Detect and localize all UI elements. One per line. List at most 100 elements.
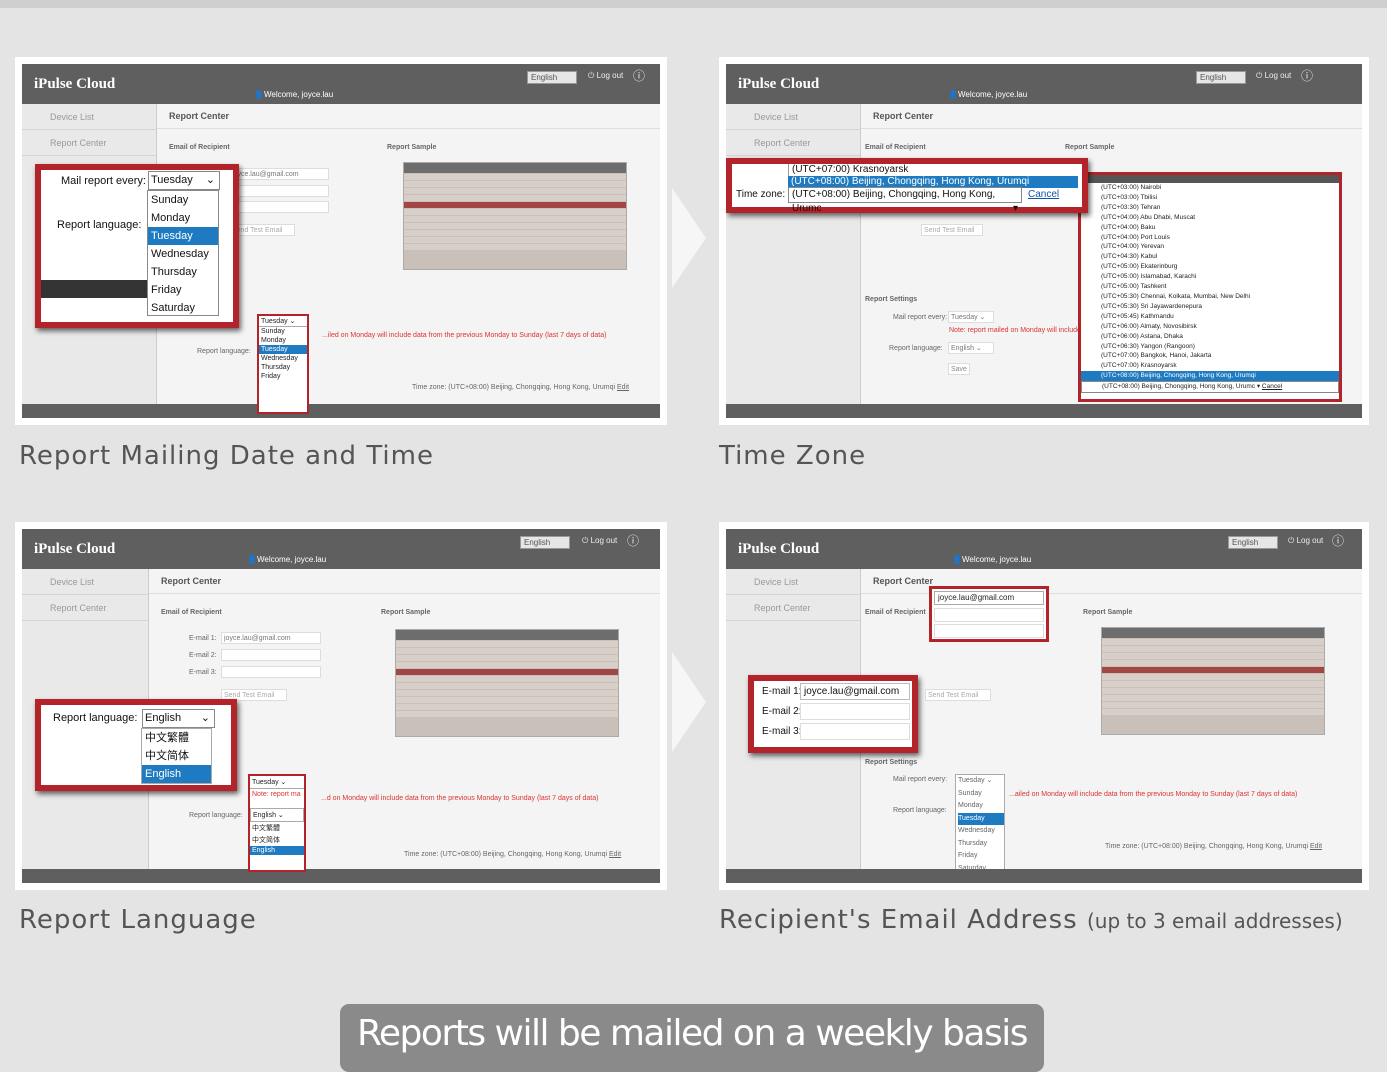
timezone-option[interactable]: (UTC+05:30) Sri Jayawardenepura — [1081, 302, 1339, 312]
language-option[interactable]: 中文简体 — [142, 747, 211, 765]
sidebar-item-device-list[interactable]: Device List — [22, 104, 156, 130]
timezone-option[interactable]: (UTC+03:00) Nairobi — [1081, 183, 1339, 193]
timezone-option[interactable]: (UTC+07:00) Bangkok, Hanoi, Jakarta — [1081, 351, 1339, 361]
logout-link[interactable]: ⏻ Log out — [1256, 71, 1291, 81]
cancel-link[interactable]: Cancel — [1028, 189, 1059, 200]
weekly-basis-banner: Reports will be mailed on a weekly basis — [340, 1004, 1044, 1072]
timezone-option[interactable]: (UTC+04:30) Kabul — [1081, 252, 1339, 262]
language-select-field[interactable]: English ⌄ — [948, 342, 994, 354]
help-icon[interactable]: ⓘ — [1301, 67, 1313, 84]
logout-link[interactable]: ⏻ Log out — [588, 71, 623, 81]
note-text: ...ailed on Monday will include data fro… — [1009, 791, 1298, 798]
timezone-option[interactable]: (UTC+06:30) Yangon (Rangoon) — [1081, 342, 1339, 352]
day-option[interactable]: Wednesday — [148, 245, 218, 263]
timezone-option[interactable]: (UTC+06:00) Almaty, Novosibirsk — [1081, 322, 1339, 332]
page-title: Report Center — [861, 104, 1362, 129]
timezone-option[interactable]: (UTC+04:00) Abu Dhabi, Muscat — [1081, 213, 1339, 223]
timezone-list-callout: (UTC+03:00) Nairobi (UTC+03:00) Tbilisi … — [1078, 172, 1342, 402]
timezone-option[interactable]: (UTC+03:00) Tbilisi — [1081, 193, 1339, 203]
help-icon[interactable]: ⓘ — [1332, 532, 1344, 549]
sidebar-item-device-list[interactable]: Device List — [726, 104, 860, 130]
email-callout: E-mail 1: joyce.lau@gmail.com E-mail 2: … — [748, 675, 918, 753]
timezone-option[interactable]: (UTC+07:00) Krasnoyarsk — [1081, 361, 1339, 371]
language-select[interactable]: English — [520, 536, 570, 549]
language-callout: Report language: English ⌄ 中文繁體 中文简体 Engl… — [35, 699, 237, 791]
mail-every-dropdown[interactable]: Tuesday ⌄ — [148, 171, 220, 190]
timezone-option[interactable]: (UTC+03:30) Tehran — [1081, 203, 1339, 213]
timezone-option[interactable]: (UTC+05:45) Kathmandu — [1081, 312, 1339, 322]
email2-field[interactable] — [229, 185, 329, 197]
language-select[interactable]: English — [527, 71, 577, 84]
email-fields-mini-callout: joyce.lau@gmail.com — [929, 586, 1049, 642]
mini-language-dropdown[interactable]: Tuesday ⌄ Note: report ma English ⌄ 中文繁體… — [248, 774, 306, 872]
edit-link[interactable]: Edit — [609, 851, 621, 858]
edit-link[interactable]: Edit — [617, 384, 629, 391]
timezone-option[interactable]: (UTC+05:00) Ekaterinburg — [1081, 262, 1339, 272]
language-option[interactable]: 中文繁體 — [142, 729, 211, 747]
day-option-selected[interactable]: Tuesday — [148, 227, 218, 245]
sidebar-item-report-center[interactable]: Report Center — [22, 595, 148, 621]
email3-field[interactable] — [229, 201, 329, 213]
timezone-text: Time zone: (UTC+08:00) Beijing, Chongqin… — [1105, 843, 1323, 850]
sidebar-item-device-list[interactable]: Device List — [726, 569, 860, 595]
day-option[interactable]: Sunday — [148, 191, 218, 209]
email2-input[interactable] — [800, 703, 910, 720]
logout-link[interactable]: ⏻ Log out — [582, 536, 617, 546]
mini-email3[interactable] — [934, 624, 1044, 638]
power-icon: ⏻ — [582, 536, 591, 545]
day-option[interactable]: Saturday — [148, 299, 218, 317]
email3-label: E-mail 3: — [189, 669, 217, 676]
screenshot-1: iPulse Cloud English ⏻ Log out ⓘ 👤Welcom… — [22, 64, 660, 418]
email2-label: E-mail 2: — [189, 652, 217, 659]
help-icon[interactable]: ⓘ — [627, 532, 639, 549]
timezone-selected-row[interactable]: (UTC+08:00) Beijing, Chongqing, Hong Kon… — [1081, 381, 1339, 394]
language-select[interactable]: English — [1196, 71, 1246, 84]
timezone-option[interactable]: (UTC+04:00) Port Louis — [1081, 233, 1339, 243]
help-icon[interactable]: ⓘ — [633, 67, 645, 84]
email1-field[interactable]: joyce.lau@gmail.com — [229, 168, 329, 180]
timezone-option-selected[interactable]: (UTC+08:00) Beijing, Chongqing, Hong Kon… — [1081, 371, 1339, 382]
day-option[interactable]: Thursday — [148, 263, 218, 281]
mini-email1[interactable]: joyce.lau@gmail.com — [934, 591, 1044, 605]
timezone-option[interactable]: (UTC+05:00) Islamabad, Karachi — [1081, 272, 1339, 282]
page-title: Report Center — [157, 104, 660, 129]
app-logo: iPulse Cloud — [34, 76, 116, 92]
timezone-option[interactable]: (UTC+05:30) Chennai, Kolkata, Mumbai, Ne… — [1081, 292, 1339, 302]
email2-field[interactable] — [221, 649, 321, 661]
email1-input[interactable]: joyce.lau@gmail.com — [800, 683, 910, 700]
sidebar-item-report-center[interactable]: Report Center — [726, 595, 860, 621]
language-dropdown[interactable]: English ⌄ — [142, 709, 215, 728]
send-test-button[interactable]: Send Test Email — [921, 224, 983, 236]
welcome-text: 👤Welcome, joyce.lau — [952, 555, 1032, 564]
email3-input[interactable] — [800, 723, 910, 740]
mini-day-dropdown[interactable]: Tuesday ⌄ Sunday Monday Tuesday Wednesday Thu… — [955, 774, 1005, 878]
sidebar-item-report-center[interactable]: Report Center — [22, 130, 156, 156]
day-option[interactable]: Friday — [148, 281, 218, 299]
email1-label: E-mail 1: — [762, 686, 802, 697]
sidebar-item-device-list[interactable]: Device List — [22, 569, 148, 595]
mini-email2[interactable] — [934, 608, 1044, 622]
language-option-selected[interactable]: English — [142, 765, 211, 783]
email3-field[interactable] — [221, 666, 321, 678]
email-section-title: Email of Recipient — [865, 609, 926, 616]
save-button[interactable]: Save — [948, 363, 970, 375]
timezone-option[interactable]: (UTC+06:00) Astana, Dhaka — [1081, 332, 1339, 342]
mini-day-selected: Tuesday ⌄ — [250, 776, 304, 789]
timezone-option[interactable]: (UTC+05:00) Tashkent — [1081, 282, 1339, 292]
timezone-select[interactable]: (UTC+08:00) Beijing, Chongqing, Hong Kon… — [788, 187, 1022, 214]
logout-link[interactable]: ⏻ Log out — [1288, 536, 1323, 546]
language-select[interactable]: English — [1228, 536, 1278, 549]
mini-day-dropdown[interactable]: Tuesday ⌄ Sunday Monday Tuesday Wednesday … — [257, 314, 309, 414]
sidebar-item-report-center[interactable]: Report Center — [726, 130, 860, 156]
timezone-option[interactable]: (UTC+04:00) Yerevan — [1081, 242, 1339, 252]
timezone-prev-option[interactable]: (UTC+07:00) Krasnoyarsk — [788, 164, 1078, 176]
mail-every-select[interactable]: Tuesday ⌄ — [948, 311, 994, 323]
day-option[interactable]: Monday — [148, 209, 218, 227]
app-footer — [22, 404, 660, 418]
timezone-option[interactable]: (UTC+04:00) Baku — [1081, 223, 1339, 233]
screenshot-2: iPulse Cloud English ⏻ Log out ⓘ 👤Welcom… — [726, 64, 1362, 418]
chevron-down-icon: ⌄ — [205, 174, 215, 186]
send-test-button[interactable]: Send Test Email — [925, 689, 991, 701]
edit-link[interactable]: Edit — [1310, 843, 1322, 850]
email1-field[interactable]: joyce.lau@gmail.com — [221, 632, 321, 644]
